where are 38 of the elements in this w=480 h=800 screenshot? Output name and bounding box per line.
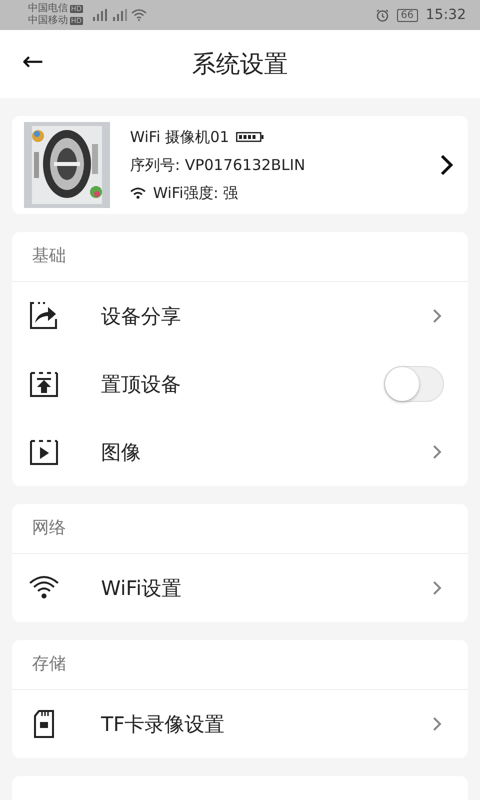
wifi-strength: WiFi强度: 强 <box>153 184 238 202</box>
serial-number: 序列号: VP0176132BLIN <box>130 156 306 174</box>
alarm-icon <box>376 8 389 22</box>
battery-icon <box>236 132 264 142</box>
row-label: WiFi设置 <box>100 574 182 602</box>
row-label: 图像 <box>100 438 142 466</box>
carrier-name: 中国移动 <box>28 15 68 27</box>
battery-indicator: 66 <box>396 8 418 22</box>
section-title: 网络 <box>12 504 468 554</box>
back-button[interactable]: ← <box>0 47 44 81</box>
device-card[interactable]: WiFi 摄像机01 序列号: VP0176132BLIN WiFi强度: 强 <box>12 116 468 214</box>
share-icon <box>28 301 60 331</box>
carrier-name: 中国电信 <box>28 3 68 14</box>
toggle-switch[interactable] <box>384 366 444 402</box>
device-name: WiFi 摄像机01 <box>130 128 230 146</box>
chevron-right-icon <box>432 580 442 596</box>
chevron-right-icon <box>432 716 442 732</box>
section-title: 存储 <box>12 640 468 690</box>
settings-row[interactable]: 设备分享 <box>12 282 468 350</box>
status-time: 15:32 <box>426 7 466 23</box>
pin-top-icon <box>28 369 60 399</box>
row-label: 设备分享 <box>100 302 182 330</box>
settings-row[interactable]: WiFi设置 <box>12 554 468 622</box>
settings-row[interactable]: TF卡录像设置 <box>12 690 468 758</box>
section-title: 基础 <box>12 232 468 282</box>
wifi-icon <box>130 187 146 199</box>
wifi-icon <box>130 9 147 21</box>
row-label: TF卡录像设置 <box>100 710 226 738</box>
page-title: 系统设置 <box>192 49 288 80</box>
chevron-right-icon <box>432 308 442 324</box>
row-label: 置顶设备 <box>100 370 182 398</box>
signal-icon <box>90 9 107 21</box>
signal-icon <box>110 9 127 21</box>
play-icon <box>28 437 60 467</box>
chevron-right-icon <box>440 154 454 176</box>
settings-row[interactable]: 置顶设备 <box>12 350 468 418</box>
chevron-right-icon <box>432 444 442 460</box>
settings-row[interactable]: 图像 <box>12 418 468 486</box>
